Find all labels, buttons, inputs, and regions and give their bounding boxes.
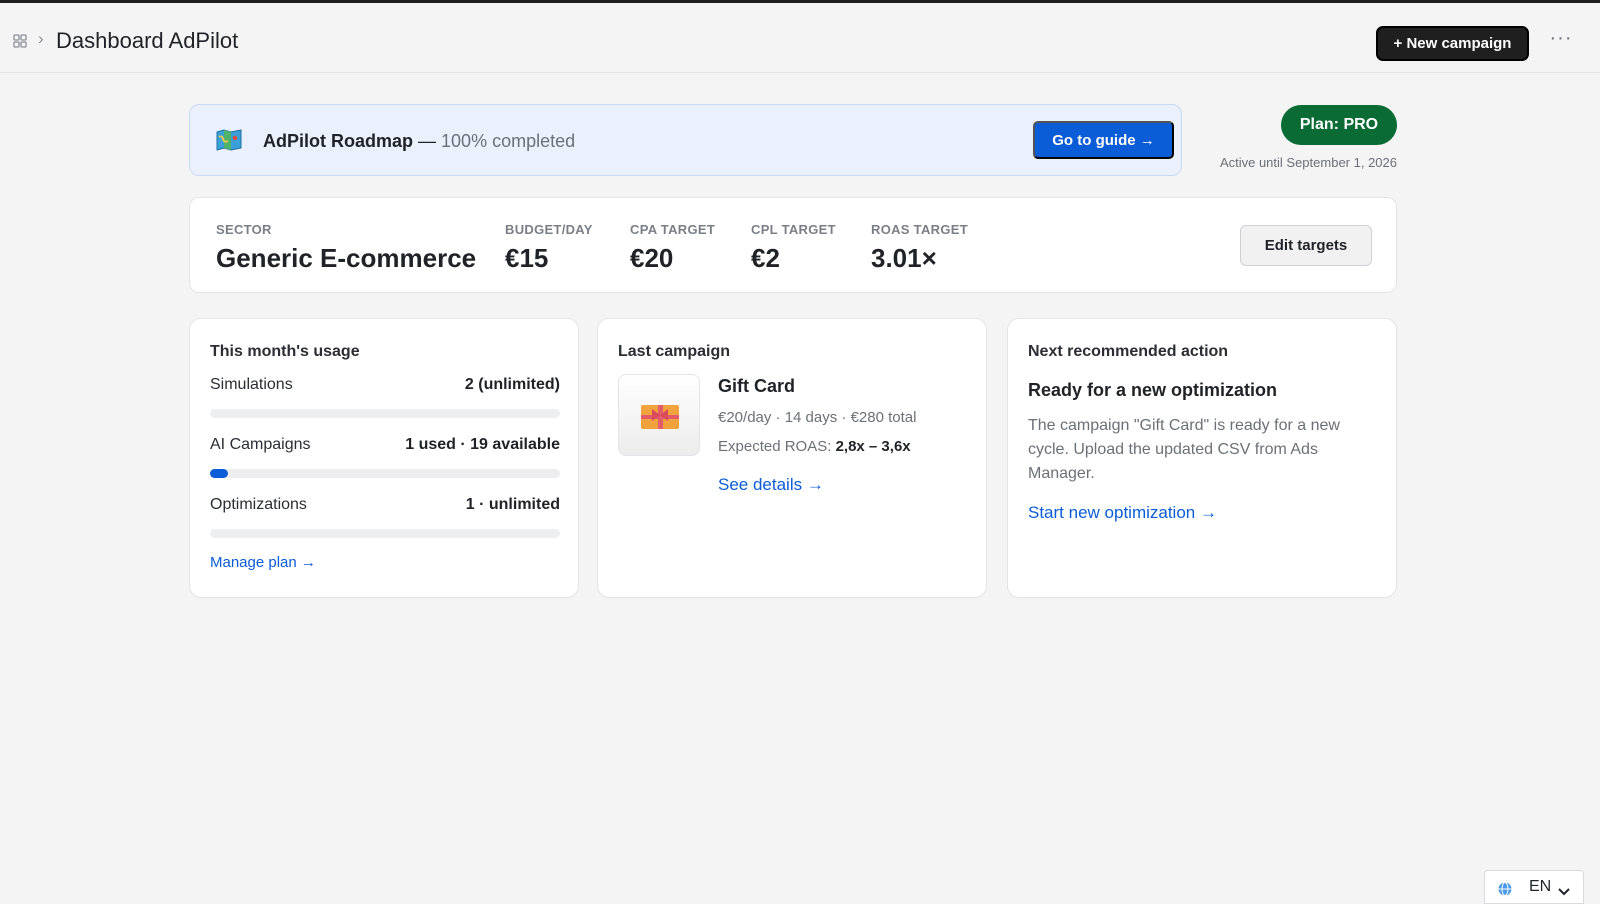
campaign-roas: Expected ROAS: 2,8x – 3,6x — [718, 438, 911, 455]
edit-targets-button[interactable]: Edit targets — [1240, 225, 1372, 266]
start-optimization-link[interactable]: Start new optimization → — [1028, 503, 1217, 523]
cpl-label: CPL TARGET — [751, 222, 836, 237]
more-options-icon[interactable]: ··· — [1549, 28, 1573, 53]
chevron-down-icon — [1558, 883, 1570, 896]
cpl-value: €2 — [751, 243, 780, 273]
new-campaign-button[interactable]: + New campaign — [1376, 26, 1529, 61]
budget-metric: BUDGET/DAY €15 — [505, 222, 593, 274]
usage-row-value: 1 · unlimited — [465, 496, 560, 513]
gift-icon — [641, 405, 679, 429]
page-title: Dashboard AdPilot — [56, 28, 239, 53]
usage-row-ai-campaigns: AI Campaigns 1 used · 19 available — [210, 436, 560, 478]
go-to-guide-button[interactable]: Go to guide → — [1033, 121, 1174, 159]
chevron-right-icon: › — [38, 29, 44, 48]
usage-row-value: 1 used · 19 available — [405, 436, 560, 453]
usage-row-name: Optimizations — [210, 496, 307, 513]
cpl-metric: CPL TARGET €2 — [751, 222, 836, 274]
targets-card: SECTOR Generic E-commerce BUDGET/DAY €15… — [189, 197, 1397, 293]
roadmap-title: AdPilot Roadmap — [263, 131, 414, 151]
manage-plan-link[interactable]: Manage plan → — [210, 554, 316, 571]
sector-value: Generic E-commerce — [216, 243, 477, 273]
usage-row-name: AI Campaigns — [210, 436, 311, 453]
language-selector[interactable]: EN — [1484, 870, 1584, 904]
cpa-value: €20 — [630, 243, 674, 273]
campaign-meta: €20/day · 14 days · €280 total — [718, 409, 917, 426]
next-action-heading: Ready for a new optimization — [1028, 380, 1278, 400]
roadmap-banner: AdPilot Roadmap — 100% completed Go to g… — [189, 104, 1182, 176]
usage-row-name: Simulations — [210, 376, 293, 393]
apps-icon[interactable] — [12, 33, 28, 49]
progress-fill — [210, 469, 228, 478]
usage-card: This month's usage Simulations 2 (unlimi… — [189, 318, 579, 598]
sector-metric: SECTOR Generic E-commerce — [216, 222, 476, 274]
budget-value: €15 — [505, 243, 549, 273]
usage-row-simulations: Simulations 2 (unlimited) — [210, 376, 560, 418]
last-campaign-card: Last campaign Gift Card €20/day · 14 day… — [597, 318, 987, 598]
cpa-metric: CPA TARGET €20 — [630, 222, 715, 274]
progress-track — [210, 529, 560, 538]
next-action-card: Next recommended action Ready for a new … — [1007, 318, 1397, 598]
progress-track — [210, 469, 560, 478]
progress-track — [210, 409, 560, 418]
next-action-description: The campaign "Gift Card" is ready for a … — [1028, 417, 1340, 482]
campaign-thumbnail[interactable] — [618, 374, 700, 456]
see-details-link[interactable]: See details → — [718, 475, 824, 495]
roas-value: 3.01× — [871, 243, 937, 273]
campaign-roas-value: 2,8x – 3,6x — [835, 438, 911, 455]
next-action-title: Next recommended action — [1028, 343, 1229, 360]
top-bar: › Dashboard AdPilot + New campaign ··· — [0, 3, 1600, 73]
roas-label: ROAS TARGET — [871, 222, 968, 237]
globe-icon — [1497, 881, 1513, 897]
campaign-name: Gift Card — [718, 376, 796, 396]
sector-label: SECTOR — [216, 222, 272, 237]
budget-label: BUDGET/DAY — [505, 222, 593, 237]
language-label: EN — [1529, 878, 1552, 895]
plan-active-until: Active until September 1, 2026 — [1219, 155, 1397, 170]
map-icon — [216, 129, 242, 151]
usage-row-optimizations: Optimizations 1 · unlimited — [210, 496, 560, 538]
plan-badge[interactable]: Plan: PRO — [1281, 105, 1397, 145]
roas-metric: ROAS TARGET 3.01× — [871, 222, 968, 274]
roadmap-status: 100% completed — [441, 131, 576, 151]
campaign-roas-label: Expected ROAS: — [718, 438, 836, 455]
roadmap-dash: — — [413, 131, 442, 151]
cpa-label: CPA TARGET — [630, 222, 716, 237]
usage-row-value: 2 (unlimited) — [464, 376, 560, 393]
usage-title: This month's usage — [210, 343, 360, 360]
roadmap-heading: AdPilot Roadmap — 100% completed — [263, 131, 575, 152]
last-campaign-title: Last campaign — [618, 343, 731, 360]
